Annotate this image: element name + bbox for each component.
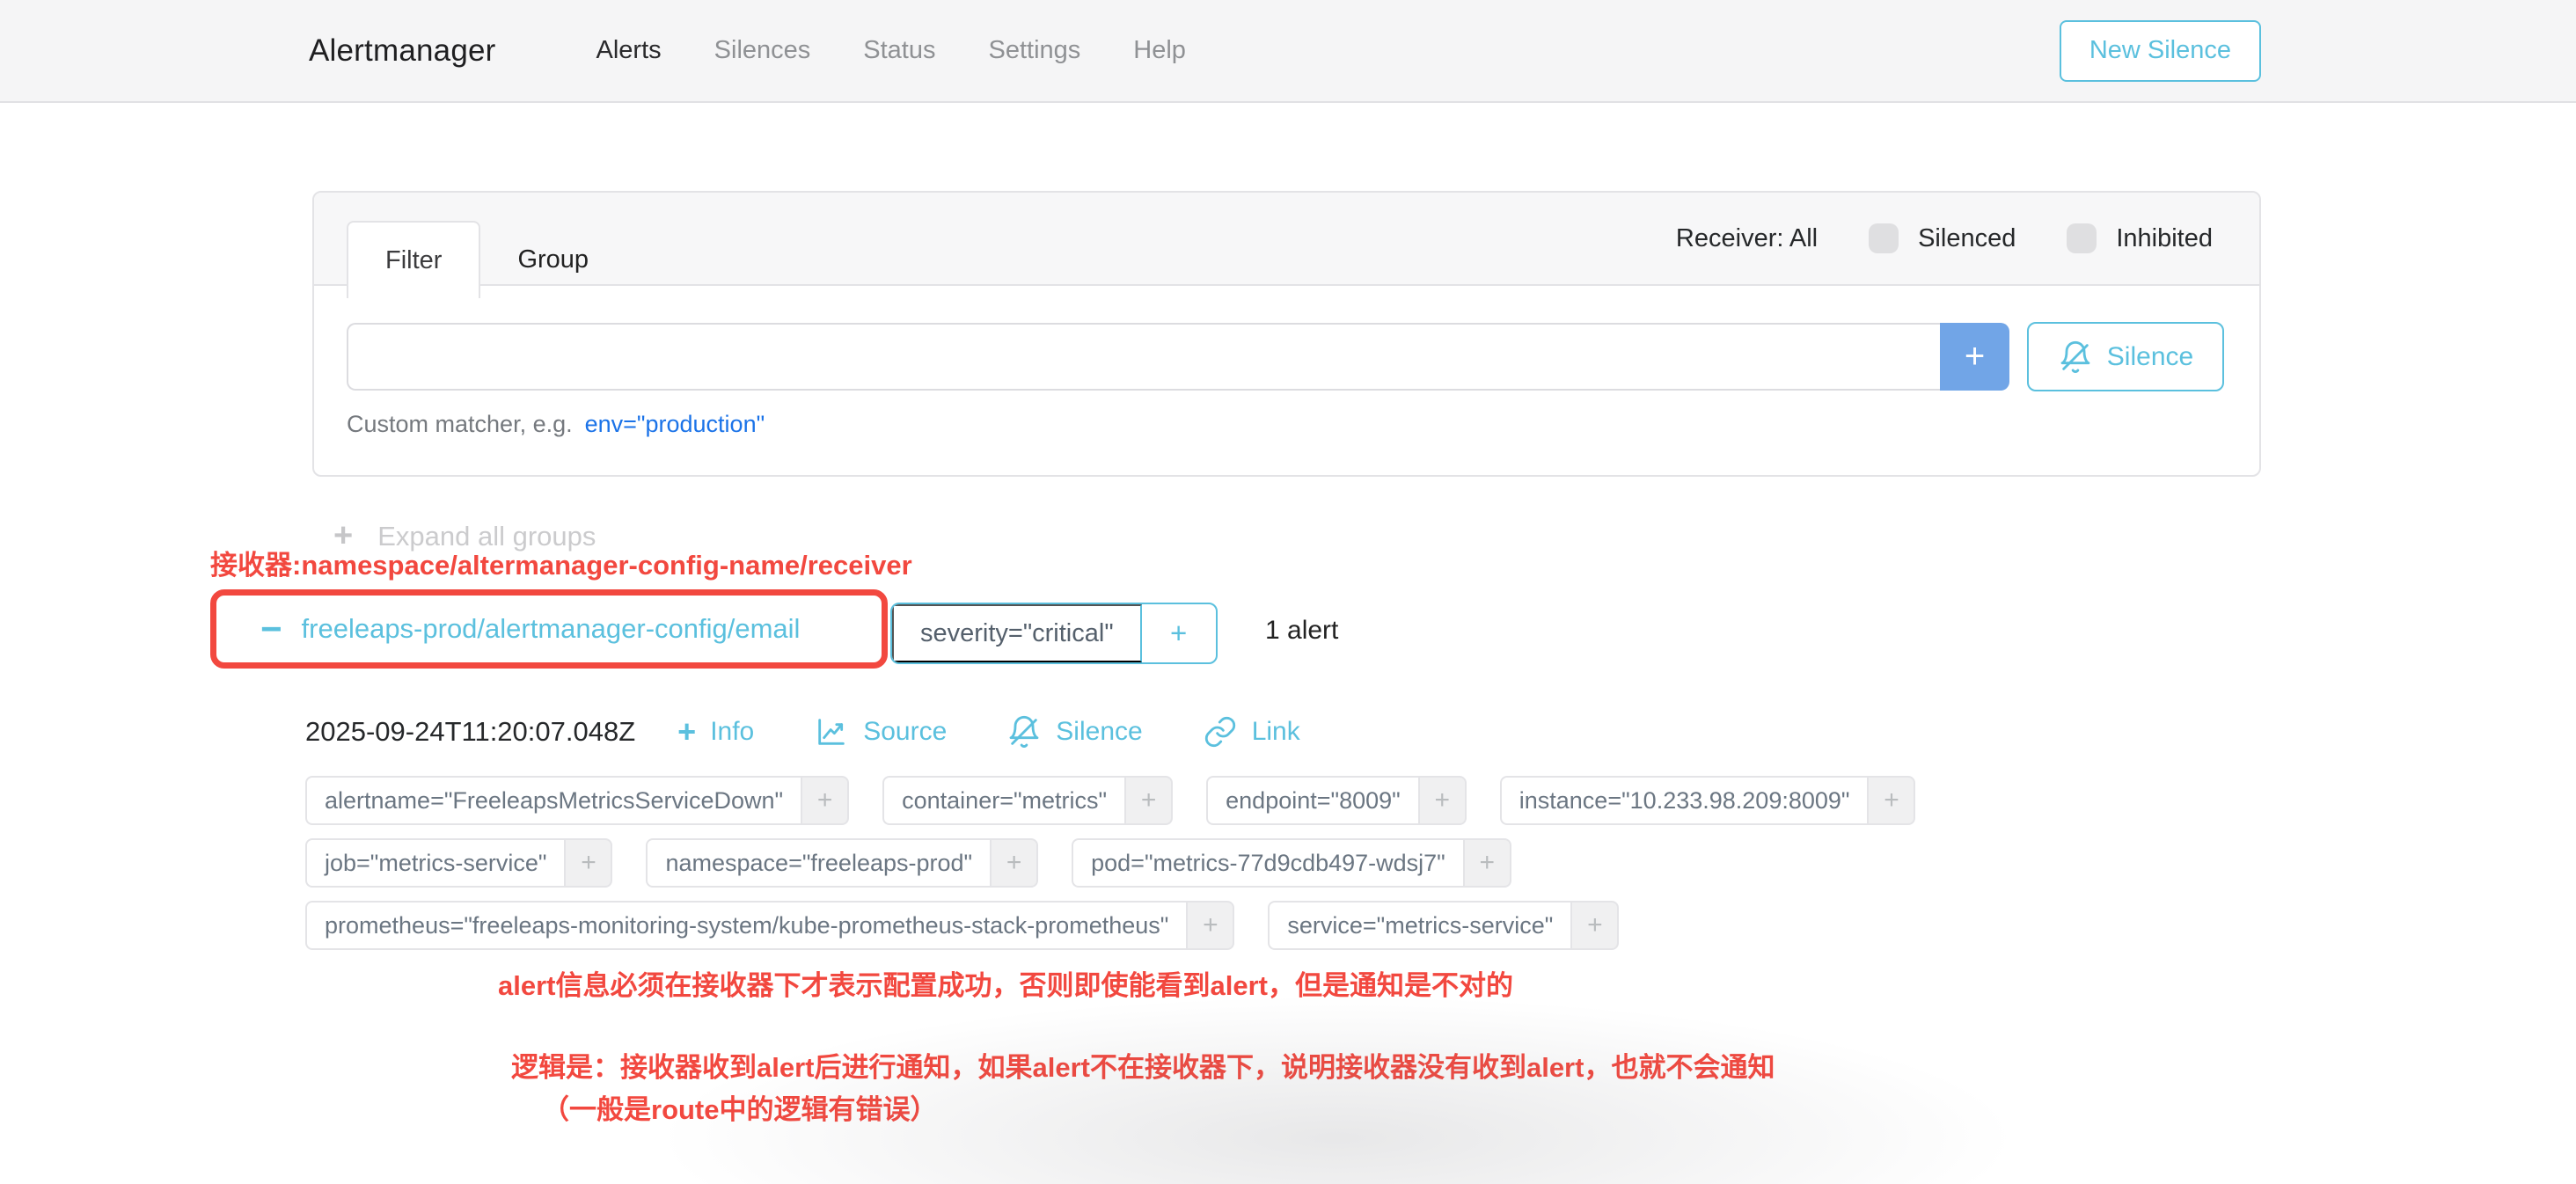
alert-label-chip: namespace="freeleaps-prod" + [646,838,1038,888]
annotation-alert-note: alert信息必须在接收器下才表示配置成功，否则即使能看到alert，但是通知是… [498,963,1513,1003]
alert-label-text: alertname="FreeleapsMetricsServiceDown" [305,776,801,825]
top-navbar: Alertmanager Alerts Silences Status Sett… [0,0,2576,103]
alert-timestamp: 2025-09-24T11:20:07.048Z [305,716,635,748]
receiver-filter-label[interactable]: Receiver: All [1676,224,1818,253]
add-matcher-button[interactable]: + [1940,323,2009,391]
alert-row: 2025-09-24T11:20:07.048Z + Info Source S… [305,714,2267,950]
app-brand: Alertmanager [309,33,496,69]
matcher-input-group: + [347,323,2009,391]
alert-label-text: instance="10.233.98.209:8009" [1500,776,1868,825]
alert-count: 1 alert [1265,616,1338,646]
matcher-example-link[interactable]: env="production" [585,411,765,438]
alert-label-chip: container="metrics" + [882,776,1173,825]
alert-label-chip: alertname="FreeleapsMetricsServiceDown" … [305,776,849,825]
alert-action-silence-label: Silence [1056,717,1142,747]
inhibited-checkbox-group[interactable]: Inhibited [2067,223,2213,253]
new-silence-button[interactable]: New Silence [2060,20,2261,82]
alert-label-chip: job="metrics-service" + [305,838,612,888]
group-matcher-chip: severity="critical" + [890,603,1218,664]
collapse-minus-icon: − [260,610,282,647]
alert-label-text: job="metrics-service" [305,838,564,888]
filter-panel-header: Filter Group Receiver: All Silenced Inhi… [314,193,2259,286]
tab-filter[interactable]: Filter [347,221,480,298]
alert-action-source[interactable]: Source [814,714,947,749]
group-matcher-add-button[interactable]: + [1142,604,1216,662]
bell-slash-icon [2058,340,2093,375]
matcher-help: Custom matcher, e.g. env="production" [347,411,2227,438]
alert-label-chip: prometheus="freeleaps-monitoring-system/… [305,901,1234,950]
alert-label-chip: endpoint="8009" + [1206,776,1467,825]
plus-icon: + [677,716,696,748]
bell-slash-icon [1006,714,1042,749]
filter-panel-body: + Silence Custom matcher, e.g. env="prod… [314,286,2259,438]
receiver-group-toggle[interactable]: − freeleaps-prod/alertmanager-config/ema… [216,610,800,647]
tab-group[interactable]: Group [480,221,626,298]
annotation-logic-note-2: （一般是route中的逻辑有错误） [542,1087,938,1127]
alert-action-link-label: Link [1252,717,1300,747]
annotation-logic-note: 逻辑是：接收器收到alert后进行通知，如果alert不在接收器下，说明接收器没… [511,1045,1775,1085]
alert-action-source-label: Source [863,717,947,747]
alert-label-text: namespace="freeleaps-prod" [646,838,990,888]
alert-action-link[interactable]: Link [1203,714,1300,749]
annotation-highlight-box: − freeleaps-prod/alertmanager-config/ema… [210,589,888,669]
inhibited-checkbox-label: Inhibited [2116,224,2213,253]
nav-item-silences[interactable]: Silences [714,36,811,65]
alert-label-text: endpoint="8009" [1206,776,1418,825]
alert-label-text: pod="metrics-77d9cdb497-wdsj7" [1072,838,1463,888]
receiver-group-name: freeleaps-prod/alertmanager-config/email [302,613,801,645]
silence-button-label: Silence [2107,342,2193,372]
silenced-checkbox-label: Silenced [1918,224,2016,253]
alert-label-text: service="metrics-service" [1268,901,1570,950]
add-label-filter-button[interactable]: + [1570,901,1619,950]
nav-item-help[interactable]: Help [1133,36,1186,65]
inhibited-checkbox[interactable] [2067,223,2097,253]
annotation-receiver-note: 接收器:namespace/altermanager-config-name/r… [210,543,912,582]
matcher-input[interactable] [347,323,1940,391]
add-label-filter-button[interactable]: + [564,838,612,888]
link-icon [1203,714,1238,749]
chart-icon [814,714,849,749]
add-label-filter-button[interactable]: + [1418,776,1467,825]
filter-options: Receiver: All Silenced Inhibited [1676,223,2213,253]
alert-label-text: container="metrics" [882,776,1124,825]
group-matcher-label[interactable]: severity="critical" [892,604,1142,662]
silenced-checkbox-group[interactable]: Silenced [1869,223,2016,253]
add-label-filter-button[interactable]: + [990,838,1038,888]
filter-panel: Filter Group Receiver: All Silenced Inhi… [312,191,2261,477]
alert-label-chip: service="metrics-service" + [1268,901,1619,950]
alert-action-info-label: Info [710,717,754,747]
alert-labels: alertname="FreeleapsMetricsServiceDown" … [305,776,2254,950]
alert-label-text: prometheus="freeleaps-monitoring-system/… [305,901,1186,950]
nav-item-status[interactable]: Status [863,36,935,65]
add-label-filter-button[interactable]: + [801,776,849,825]
nav-item-alerts[interactable]: Alerts [596,36,662,65]
add-label-filter-button[interactable]: + [1463,838,1511,888]
add-label-filter-button[interactable]: + [1124,776,1173,825]
matcher-help-text: Custom matcher, e.g. [347,411,573,438]
alert-action-silence[interactable]: Silence [1006,714,1142,749]
alert-action-info[interactable]: + Info [677,716,754,748]
add-label-filter-button[interactable]: + [1867,776,1915,825]
add-label-filter-button[interactable]: + [1186,901,1234,950]
silenced-checkbox[interactable] [1869,223,1899,253]
silence-from-filter-button[interactable]: Silence [2027,322,2224,391]
alert-label-chip: instance="10.233.98.209:8009" + [1500,776,1916,825]
nav-item-settings[interactable]: Settings [989,36,1081,65]
main-nav: Alerts Silences Status Settings Help [544,36,1186,65]
alert-label-chip: pod="metrics-77d9cdb497-wdsj7" + [1072,838,1511,888]
filter-tabs: Filter Group [347,193,626,284]
